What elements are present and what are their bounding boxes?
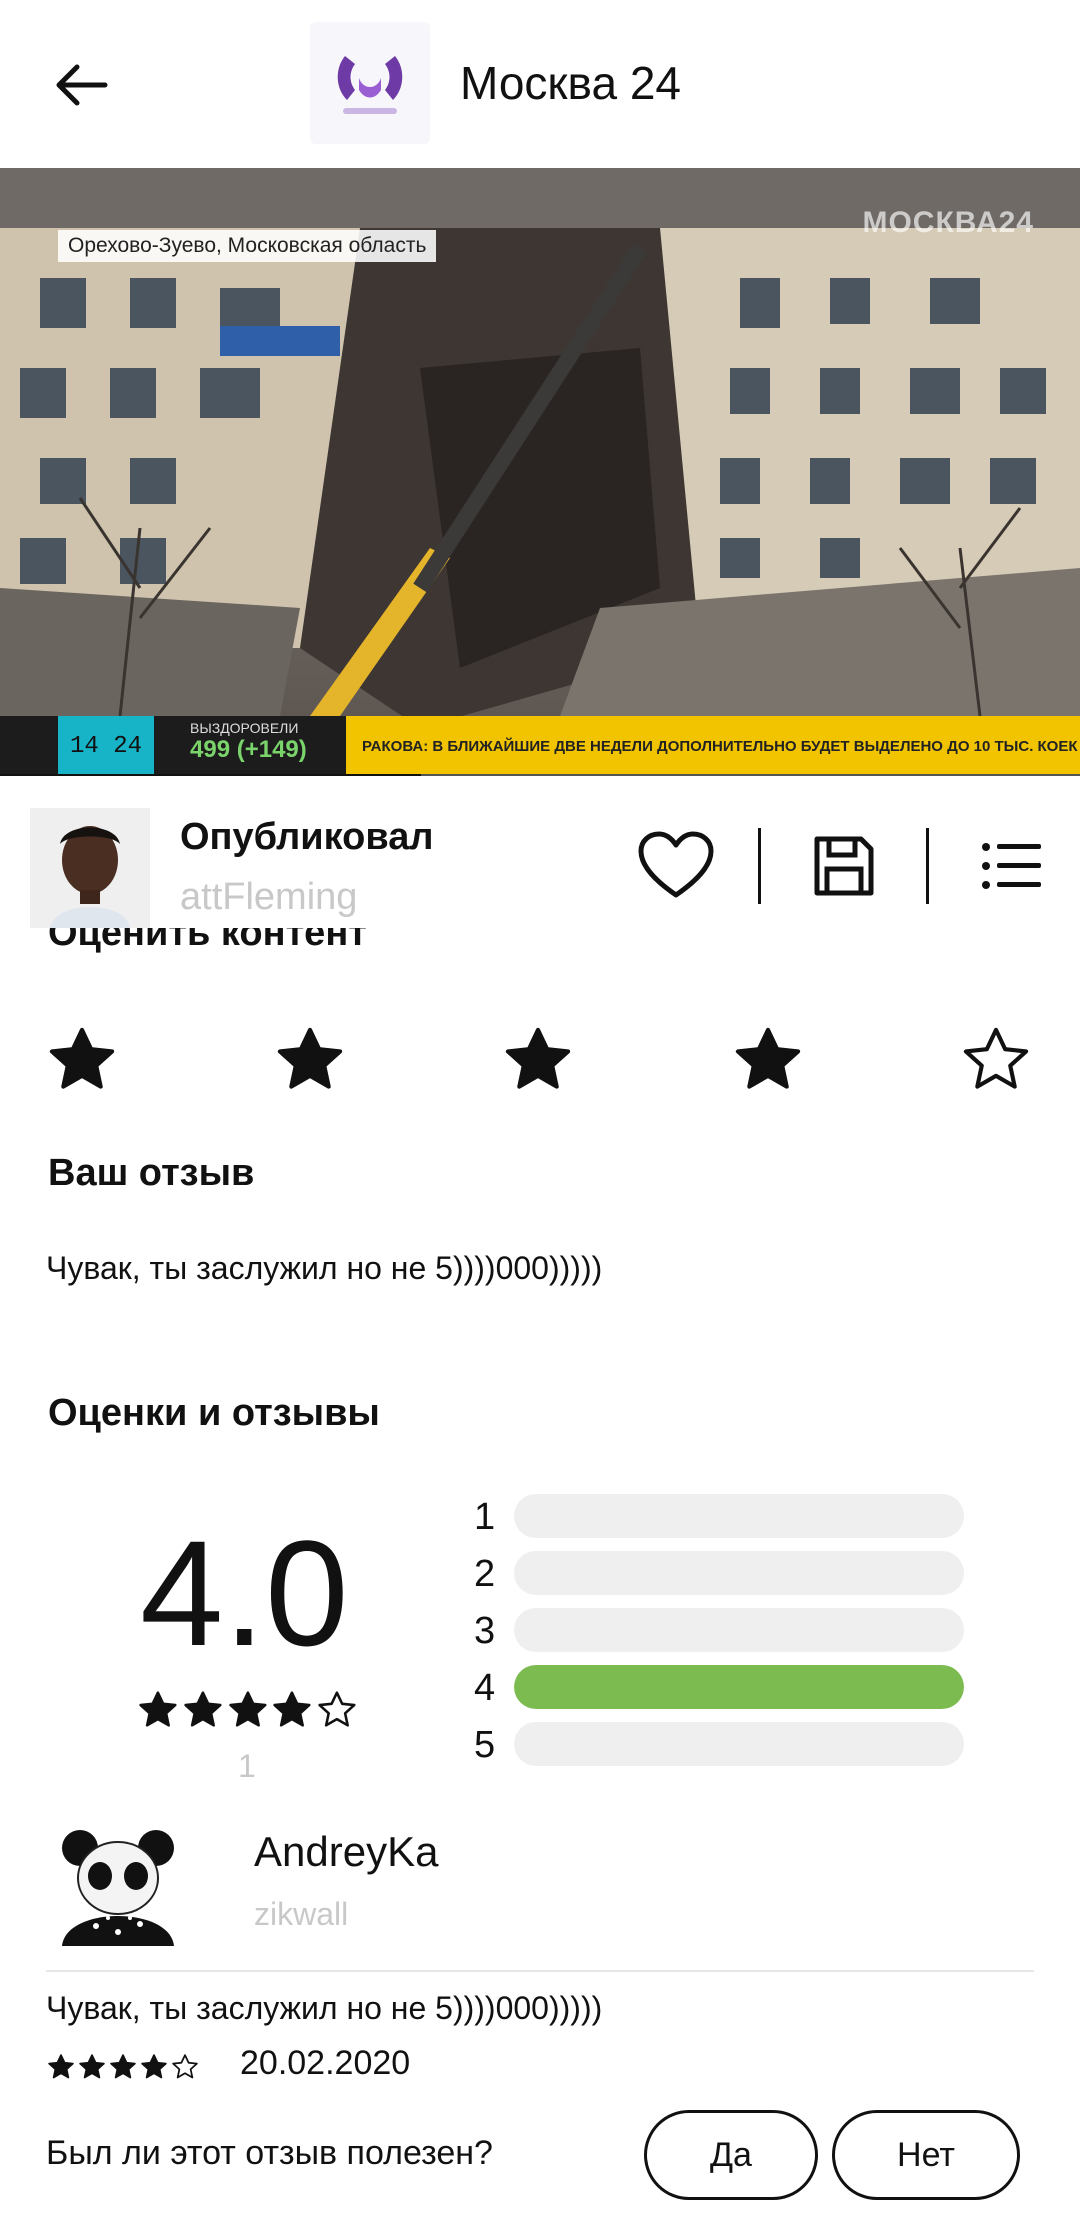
average-stars	[136, 1688, 360, 1732]
ticker-headline: РАКОВА: В БЛИЖАЙШИЕ ДВЕ НЕДЕЛИ ДОПОЛНИТЕ…	[346, 716, 1080, 776]
rating-bar-label: 5	[474, 1724, 496, 1766]
helpful-question: Был ли этот отзыв полезен?	[46, 2134, 493, 2172]
rating-bar-row: 3	[474, 1608, 994, 1654]
star-icon	[228, 1691, 267, 1727]
top-bar: Москва 24	[0, 0, 1080, 168]
star-icon[interactable]	[272, 1022, 348, 1098]
star-icon	[48, 2054, 74, 2079]
your-review-heading: Ваш отзыв	[48, 1152, 255, 1194]
floppy-disk-icon	[814, 836, 874, 896]
ratings-heading: Оценки и отзывы	[48, 1392, 380, 1434]
rating-bar-track	[514, 1665, 964, 1709]
star-icon	[273, 1691, 311, 1727]
review-stars	[46, 2052, 201, 2082]
video-player[interactable]: Орехово-Зуево, Московская область МОСКВА…	[0, 168, 1080, 776]
arrow-left-icon	[56, 64, 108, 106]
back-button[interactable]	[40, 44, 122, 126]
like-button[interactable]	[636, 826, 716, 906]
publisher-row: Опубликовал attFleming	[0, 788, 1080, 928]
ratings-count: 1	[238, 1748, 256, 1784]
star-icon	[139, 1691, 177, 1727]
star-icon	[184, 1691, 222, 1727]
ticker-recovered: ВЫЗДОРОВЕЛИ 499 (+149)	[190, 720, 307, 764]
news-ticker: 14 24 ВЫЗДОРОВЕЛИ 499 (+149) РАКОВА: В Б…	[0, 716, 1080, 776]
review-text: Чувак, ты заслужил но не 5))))000)))))	[46, 1990, 603, 2026]
reviewer-username[interactable]: zikwall	[254, 1896, 348, 1933]
action-divider	[758, 828, 761, 904]
heart-icon	[638, 831, 714, 898]
star-icon[interactable]	[44, 1022, 120, 1098]
rating-bar-track	[514, 1722, 964, 1766]
rate-stars	[0, 1010, 1080, 1100]
rating-bar-row: 1	[474, 1494, 994, 1540]
star-icon	[79, 2054, 105, 2079]
publisher-avatar-image	[30, 808, 150, 928]
helpful-no-button[interactable]: Нет	[832, 2110, 1020, 2200]
rating-bar-fill	[514, 1665, 964, 1709]
star-icon	[172, 2054, 198, 2079]
channel-logo[interactable]	[310, 22, 430, 144]
rating-bar-track	[514, 1494, 964, 1538]
divider	[46, 1970, 1034, 1972]
publisher-username[interactable]: attFleming	[180, 876, 357, 919]
list-icon	[982, 843, 1041, 889]
ticker-clock: 14 24	[58, 716, 154, 776]
reviewer-name[interactable]: AndreyKa	[254, 1828, 438, 1876]
star-icon	[318, 1691, 356, 1727]
moskva24-logo-icon	[337, 56, 403, 114]
star-icon	[110, 2054, 136, 2079]
save-button[interactable]	[804, 826, 884, 906]
rating-bar-label: 2	[474, 1553, 496, 1595]
helpful-yes-button[interactable]: Да	[644, 2110, 818, 2200]
ticker-recovered-label: ВЫЗДОРОВЕЛИ	[190, 720, 299, 736]
avatar[interactable]	[30, 808, 150, 928]
action-divider	[926, 828, 929, 904]
rating-bar-label: 4	[474, 1667, 496, 1709]
star-icon[interactable]	[500, 1022, 576, 1098]
video-progress-bar[interactable]	[0, 774, 1080, 776]
star-icon	[141, 2054, 167, 2079]
video-progress-fill	[0, 774, 422, 776]
rating-bar-track	[514, 1551, 964, 1595]
publisher-label: Опубликовал	[180, 816, 434, 858]
rating-bar-track	[514, 1608, 964, 1652]
review-date: 20.02.2020	[240, 2044, 411, 2082]
page-title: Москва 24	[460, 57, 681, 109]
rating-bar-label: 1	[474, 1496, 496, 1538]
average-rating: 4.0	[140, 1509, 349, 1677]
rating-bar-row: 4	[474, 1665, 994, 1711]
panda-avatar-image	[56, 1822, 180, 1946]
rating-bar-row: 5	[474, 1722, 994, 1768]
location-caption: Орехово-Зуево, Московская область	[58, 230, 437, 262]
channel-watermark: МОСКВА24	[862, 206, 1034, 239]
rating-bar-row: 2	[474, 1551, 994, 1597]
star-icon[interactable]	[958, 1022, 1034, 1098]
your-review-text: Чувак, ты заслужил но не 5))))000)))))	[46, 1250, 603, 1286]
ticker-recovered-value: 499 (+149)	[190, 736, 307, 763]
rating-bar-label: 3	[474, 1610, 496, 1652]
playlist-button[interactable]	[972, 826, 1052, 906]
star-icon[interactable]	[730, 1022, 806, 1098]
avatar[interactable]	[56, 1822, 180, 1946]
